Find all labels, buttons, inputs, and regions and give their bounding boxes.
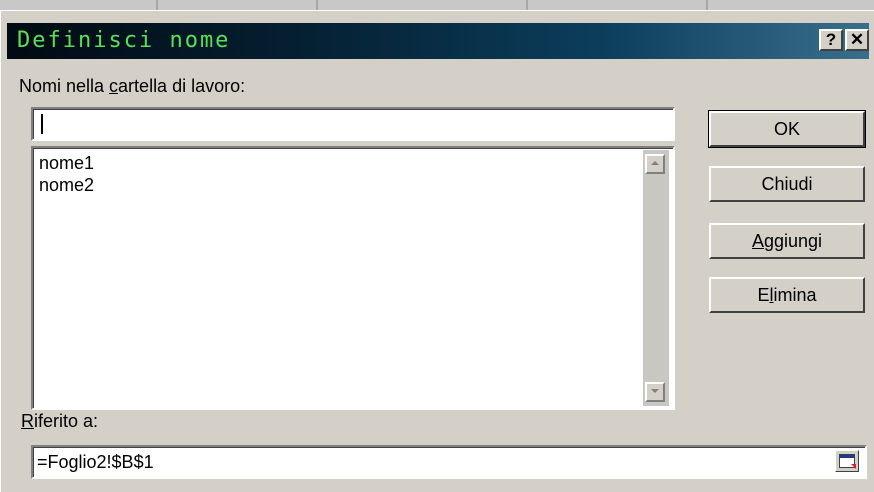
delete-button-label: imina: [773, 285, 817, 305]
add-button-label: ggiungi: [763, 231, 823, 251]
help-button[interactable]: ?: [819, 29, 843, 51]
help-icon: ?: [825, 30, 837, 49]
column-divider: [706, 0, 708, 10]
names-label-text: Nomi nella: [19, 76, 110, 96]
scroll-down-button[interactable]: [645, 382, 665, 402]
close-dialog-button[interactable]: Chiudi: [709, 166, 865, 202]
add-button[interactable]: Aggiungi: [709, 223, 865, 259]
list-item[interactable]: nome2: [35, 174, 94, 196]
names-list-items: nome1 nome2: [35, 152, 94, 196]
ok-button[interactable]: OK: [708, 110, 866, 148]
close-button[interactable]: ✕: [845, 29, 869, 51]
column-divider: [526, 0, 528, 10]
names-list[interactable]: nome1 nome2: [31, 146, 675, 410]
list-item[interactable]: nome1: [35, 152, 94, 174]
ok-button-label: OK: [773, 119, 800, 139]
names-label-text-rest: artella di lavoro:: [118, 76, 246, 96]
close-icon: ✕: [849, 30, 865, 49]
add-button-accesskey: A: [751, 231, 764, 251]
column-divider: [316, 0, 318, 10]
collapse-dialog-button[interactable]: [835, 450, 859, 472]
names-label-accesskey: c: [109, 76, 119, 96]
refers-to-value: =Foglio2!$B$1: [37, 452, 154, 472]
title-bar[interactable]: Definisci nome ? ✕: [7, 23, 869, 59]
names-label: Nomi nella cartella di lavoro:: [19, 76, 245, 97]
define-name-dialog: Definisci nome ? ✕ Nomi nella cartella d…: [0, 10, 874, 492]
column-divider: [156, 0, 158, 10]
refers-to-accesskey: R: [21, 411, 34, 431]
chiudi-button-label: Chiudi: [761, 174, 813, 194]
delete-button-label-pre: E: [757, 285, 770, 305]
name-input[interactable]: [31, 107, 675, 141]
text-caret: [41, 114, 43, 134]
vertical-scrollbar[interactable]: [643, 150, 669, 406]
refers-to-input[interactable]: =Foglio2!$B$1: [31, 445, 867, 479]
refers-to-label: Riferito a:: [21, 411, 98, 432]
red-arrow-icon: [851, 464, 856, 469]
scroll-up-button[interactable]: [645, 154, 665, 174]
refers-to-label-text: iferito a:: [34, 411, 99, 431]
scroll-down-icon: [651, 389, 659, 393]
delete-button[interactable]: Elimina: [709, 277, 865, 313]
scroll-up-icon: [651, 161, 659, 165]
dialog-title: Definisci nome: [17, 28, 231, 53]
